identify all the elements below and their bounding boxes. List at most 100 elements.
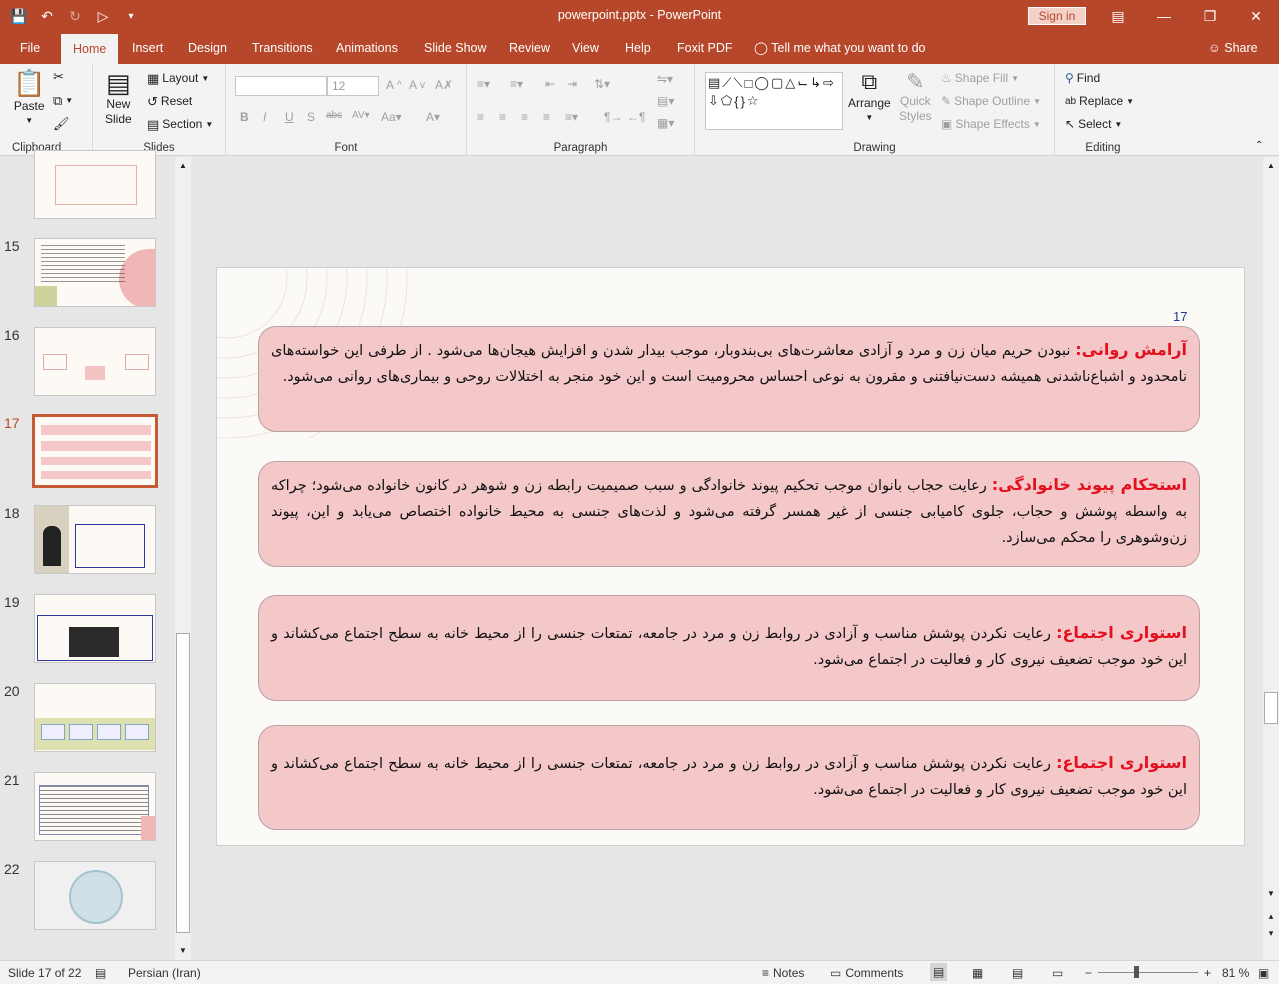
shape-fill-button[interactable]: ♨ Shape Fill ▼: [941, 71, 1019, 85]
tell-me-search[interactable]: ◯ Tell me what you want to do: [754, 32, 926, 64]
tab-animations[interactable]: Animations: [336, 32, 398, 64]
collapse-ribbon-icon[interactable]: ⌃: [1255, 140, 1263, 151]
zoom-slider[interactable]: [1098, 972, 1198, 973]
decrease-indent-icon[interactable]: ⇤: [545, 77, 555, 91]
restore-icon[interactable]: ❐: [1187, 0, 1233, 32]
layout-button[interactable]: ▦ Layout ▼: [147, 71, 209, 85]
slide-canvas[interactable]: 17 آرامش روانی: نبودن حریم میان زن و مرد…: [216, 267, 1245, 846]
rect-shape-icon[interactable]: □: [745, 76, 753, 91]
pentagon-shape-icon[interactable]: ⬠: [721, 93, 732, 109]
rtl-icon[interactable]: ¶→: [604, 110, 622, 124]
slide-thumbnail-image[interactable]: [34, 772, 156, 841]
slide-thumbnail-image[interactable]: [34, 150, 156, 219]
minimize-icon[interactable]: —: [1141, 0, 1187, 32]
down-arrow-shape-icon[interactable]: ⇩: [708, 93, 719, 109]
tab-slide-show[interactable]: Slide Show: [424, 32, 487, 64]
tab-help[interactable]: Help: [625, 32, 651, 64]
line2-shape-icon[interactable]: ⟍: [733, 75, 742, 91]
select-button[interactable]: ↖ Select ▼: [1065, 117, 1122, 131]
columns-icon[interactable]: ≡▾: [565, 110, 578, 124]
align-center-icon[interactable]: ≡: [499, 110, 506, 124]
numbering-icon[interactable]: ≡▾: [510, 77, 523, 91]
tab-review[interactable]: Review: [509, 32, 550, 64]
text-direction-icon[interactable]: ⇋▾: [657, 72, 673, 86]
tab-design[interactable]: Design: [188, 32, 227, 64]
oval-shape-icon[interactable]: ◯: [754, 75, 769, 91]
increase-indent-icon[interactable]: ⇥: [567, 77, 577, 91]
italic-button[interactable]: I: [263, 110, 266, 124]
thumbnail-scrollbar[interactable]: ▲ ▼: [175, 157, 191, 960]
smartart-icon[interactable]: ▦▾: [657, 116, 674, 130]
bold-button[interactable]: B: [240, 110, 249, 124]
slide-thumbnail-image[interactable]: [32, 414, 158, 488]
change-case-button[interactable]: Aa▾: [381, 110, 402, 124]
align-text-icon[interactable]: ▤▾: [657, 94, 674, 108]
zoom-level[interactable]: 81 %: [1222, 966, 1249, 980]
format-painter-button[interactable]: 🖌: [53, 117, 70, 130]
scroll-up-icon[interactable]: ▲: [176, 159, 190, 173]
text-box-4[interactable]: استواری اجتماع: رعایت نکردن پوشش مناسب و…: [258, 725, 1200, 830]
fit-slide-icon[interactable]: ▣: [1258, 966, 1269, 980]
slide-thumbnail-image[interactable]: [34, 327, 156, 396]
star-shape-icon[interactable]: ☆: [747, 93, 759, 109]
scroll-up-icon[interactable]: ▲: [1264, 159, 1278, 173]
shape-effects-button[interactable]: ▣ Shape Effects ▼: [941, 117, 1041, 131]
align-right-icon[interactable]: ≡: [521, 110, 528, 124]
copy-button[interactable]: ⧉ ▼: [53, 94, 73, 107]
text-box-3[interactable]: استواری اجتماع: رعایت نکردن پوشش مناسب و…: [258, 595, 1200, 701]
previous-slide-icon[interactable]: ▴: [1264, 909, 1278, 923]
spacing-button[interactable]: AV▾: [352, 110, 370, 121]
sign-in-button[interactable]: Sign in: [1028, 7, 1086, 25]
section-button[interactable]: ▤ Section ▼: [147, 117, 213, 131]
ltr-icon[interactable]: ←¶: [627, 110, 645, 124]
triangle-shape-icon[interactable]: △: [785, 75, 795, 91]
slide-thumbnail-image[interactable]: [34, 238, 156, 307]
zoom-out-icon[interactable]: −: [1085, 966, 1092, 980]
line-spacing-icon[interactable]: ⇅▾: [594, 77, 610, 91]
text-box-1[interactable]: آرامش روانی: نبودن حریم میان زن و مرد و …: [258, 326, 1200, 432]
slide-thumbnail-image[interactable]: [34, 861, 156, 930]
rounded-rect-shape-icon[interactable]: ▢: [771, 75, 783, 91]
shrink-font-button[interactable]: Av: [409, 78, 425, 92]
align-left-icon[interactable]: ≡: [477, 110, 484, 124]
justify-icon[interactable]: ≡: [543, 110, 550, 124]
font-family-combo[interactable]: [235, 76, 327, 96]
arrange-button[interactable]: ⧉ Arrange ▼: [848, 71, 891, 123]
shape-outline-button[interactable]: ✎ Shape Outline ▼: [941, 94, 1041, 108]
language-status[interactable]: Persian (Iran): [128, 966, 201, 980]
reading-view-icon[interactable]: ▤: [1012, 966, 1023, 980]
tab-home[interactable]: Home: [61, 34, 119, 64]
shapes-gallery[interactable]: ▤ ⟋ ⟍ □ ◯ ▢ △ ⌙ ↳ ⇨ ⇩ ⬠ {} ☆: [705, 72, 843, 130]
tab-transitions[interactable]: Transitions: [252, 32, 313, 64]
reset-button[interactable]: ↺ Reset: [147, 94, 192, 108]
right-arrow-shape-icon[interactable]: ⇨: [823, 75, 834, 91]
main-scrollbar[interactable]: ▲ ▼ ▴ ▾: [1263, 157, 1279, 960]
tab-file[interactable]: File: [20, 32, 40, 64]
tab-view[interactable]: View: [572, 32, 599, 64]
scroll-down-icon[interactable]: ▼: [1264, 887, 1278, 901]
slide-thumbnail-image[interactable]: [34, 594, 156, 663]
font-color-button[interactable]: A▾: [426, 110, 440, 124]
paste-button[interactable]: 📋 Paste ▼: [13, 70, 45, 125]
zoom-slider-thumb[interactable]: [1134, 966, 1139, 978]
scroll-thumb[interactable]: [1264, 692, 1278, 724]
slide-thumbnail-image[interactable]: [34, 683, 156, 752]
slide-thumbnail-image[interactable]: [34, 505, 156, 574]
next-slide-icon[interactable]: ▾: [1264, 926, 1278, 940]
clear-format-icon[interactable]: A✗: [435, 78, 453, 92]
comments-button[interactable]: ▭ Comments: [830, 966, 903, 980]
text-box-2[interactable]: استحکام پیوند خانوادگی: رعایت حجاب بانوا…: [258, 461, 1200, 567]
replace-button[interactable]: ab Replace ▼: [1065, 94, 1134, 108]
brace-close-shape-icon[interactable]: }: [741, 94, 745, 109]
shadow-button[interactable]: S: [307, 110, 315, 124]
tab-foxit-pdf[interactable]: Foxit PDF: [677, 32, 733, 64]
close-icon[interactable]: ✕: [1233, 0, 1279, 32]
zoom-in-icon[interactable]: +: [1204, 966, 1211, 980]
spelling-icon[interactable]: ▤: [95, 966, 106, 980]
quick-styles-button[interactable]: ✎ Quick Styles: [899, 71, 932, 124]
line-shape-icon[interactable]: ⟋: [722, 75, 731, 91]
underline-button[interactable]: U: [285, 110, 294, 124]
new-slide-button[interactable]: ▤ New Slide: [105, 70, 132, 126]
ribbon-display-options-icon[interactable]: ▤: [1095, 0, 1141, 32]
font-size-combo[interactable]: 12: [327, 76, 379, 96]
